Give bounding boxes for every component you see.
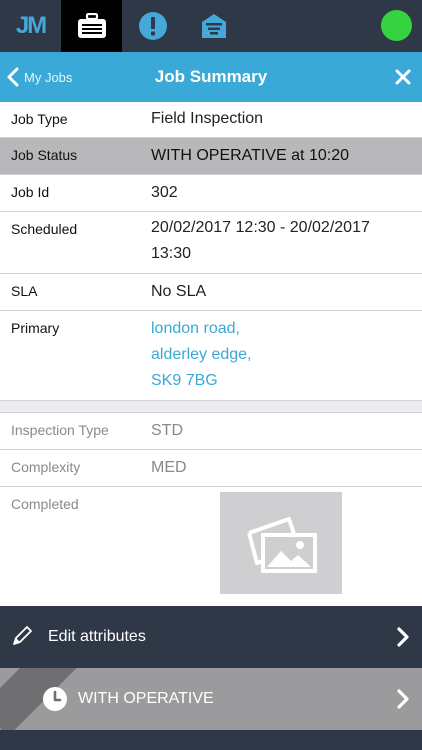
address-line-2: alderley edge, [151, 346, 252, 363]
scheduled-line-1: 20/02/2017 12:30 - 20/02/2017 [151, 219, 370, 236]
row-complexity: Complexity MED [0, 450, 422, 487]
chevron-left-icon [7, 67, 19, 87]
clock-icon [43, 687, 67, 711]
address-line-1: london road, [151, 320, 240, 337]
tab-alerts[interactable] [122, 0, 183, 52]
status-action-button[interactable]: WITH OPERATIVE [0, 668, 422, 730]
scheduled-line-2: 13:30 [151, 245, 192, 262]
row-sla: SLA No SLA [0, 274, 422, 311]
section-divider [0, 401, 422, 413]
briefcase-icon [77, 13, 106, 38]
edit-attributes-label: Edit attributes [48, 628, 146, 645]
job-status-label: Job Status [11, 147, 78, 163]
job-details: Job Type Field Inspection Job Status WIT… [0, 102, 422, 607]
job-type-label: Job Type [11, 111, 68, 127]
top-tab-bar: JM [0, 0, 422, 52]
inbox-icon [201, 14, 226, 38]
close-icon [395, 69, 411, 85]
completed-label: Completed [11, 496, 79, 512]
complexity-label: Complexity [11, 459, 81, 475]
tab-jobs[interactable] [61, 0, 122, 52]
row-job-type: Job Type Field Inspection [0, 102, 422, 138]
row-primary: Primary london road, alderley edge, SK9 … [0, 311, 422, 401]
footer-strip [0, 730, 422, 750]
back-label: My Jobs [24, 69, 73, 85]
inspection-type-label: Inspection Type [11, 422, 109, 438]
app-logo: JM [0, 0, 61, 52]
close-button[interactable] [390, 64, 416, 90]
row-job-status: Job Status WITH OPERATIVE at 10:20 [0, 138, 422, 175]
edit-attributes-button[interactable]: Edit attributes [0, 606, 422, 668]
job-status-value: WITH OPERATIVE at 10:20 [151, 147, 349, 164]
primary-address-link[interactable]: london road, alderley edge, SK9 7BG [151, 316, 416, 394]
row-completed: Completed [0, 487, 422, 607]
job-id-label: Job Id [11, 184, 50, 200]
row-scheduled: Scheduled 20/02/2017 12:30 - 20/02/2017 … [0, 212, 422, 274]
row-job-id: Job Id 302 [0, 175, 422, 212]
pencil-icon [13, 626, 32, 645]
chevron-right-icon [397, 627, 409, 647]
row-inspection-type: Inspection Type STD [0, 413, 422, 450]
inspection-type-value: STD [151, 422, 183, 439]
scheduled-value: 20/02/2017 12:30 - 20/02/2017 13:30 [151, 215, 416, 267]
logo-text: JM [15, 12, 47, 39]
scheduled-label: Scheduled [11, 221, 78, 237]
complexity-value: MED [151, 459, 187, 476]
address-line-3: SK9 7BG [151, 372, 218, 389]
job-type-value: Field Inspection [151, 110, 264, 127]
job-id-value: 302 [151, 184, 178, 201]
image-placeholder-icon [247, 517, 317, 573]
primary-label: Primary [11, 320, 60, 336]
back-button[interactable]: My Jobs [6, 52, 72, 102]
sla-value: No SLA [151, 283, 207, 300]
chevron-right-icon [397, 689, 409, 709]
sla-label: SLA [11, 283, 38, 299]
status-action-label: WITH OPERATIVE [78, 690, 214, 707]
status-indicator [381, 10, 412, 41]
completed-photo[interactable] [220, 492, 342, 594]
tab-inbox[interactable] [183, 0, 244, 52]
nav-header: My Jobs Job Summary [0, 52, 422, 102]
alert-icon [138, 12, 167, 40]
